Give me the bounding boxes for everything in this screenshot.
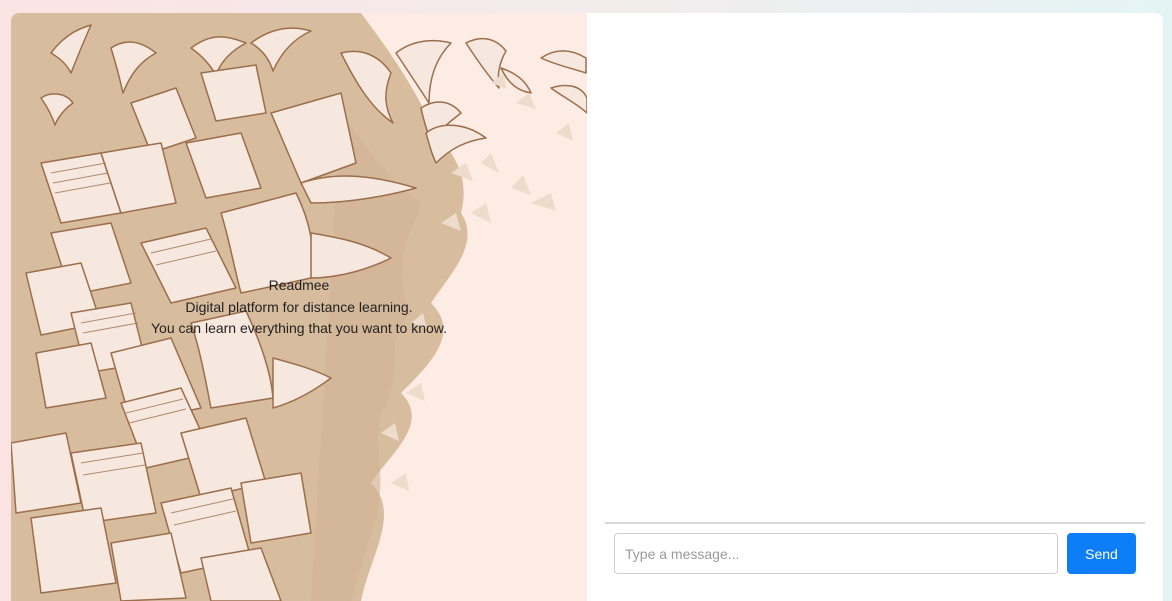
app-window: Readmee Digital platform for distance le…	[11, 13, 1163, 601]
intro-text: Readmee Digital platform for distance le…	[11, 275, 587, 340]
chat-panel: Send	[587, 13, 1163, 601]
intro-title: Readmee	[268, 277, 330, 293]
intro-line-2: You can learn everything that you want t…	[150, 320, 447, 336]
message-input[interactable]	[614, 533, 1058, 574]
intro-panel: Readmee Digital platform for distance le…	[11, 13, 587, 601]
intro-line-1: Digital platform for distance learning.	[185, 298, 413, 315]
send-button[interactable]: Send	[1067, 533, 1136, 574]
message-composer: Send	[614, 533, 1136, 574]
message-list[interactable]	[605, 13, 1145, 524]
